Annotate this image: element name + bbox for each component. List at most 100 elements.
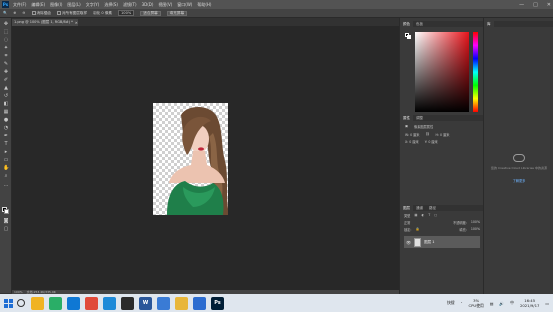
app-blue-icon[interactable]: [157, 296, 170, 310]
path-select-tool-icon[interactable]: ▸: [3, 149, 9, 155]
menu-select[interactable]: 选择(S): [104, 2, 118, 8]
menu-file[interactable]: 文件(F): [13, 2, 26, 8]
filter-adjust-icon[interactable]: ◐: [421, 213, 424, 218]
close-icon[interactable]: ✕: [547, 2, 551, 8]
h-value[interactable]: 0 厘米: [440, 133, 449, 137]
tab-adjustments[interactable]: 调整: [413, 115, 426, 121]
input-language[interactable]: 中: [510, 300, 514, 306]
panel-background-swatch[interactable]: [407, 35, 411, 39]
menu-3d[interactable]: 3D(D): [142, 2, 154, 7]
zoom-out-icon[interactable]: ⊖: [23, 11, 26, 15]
eyedropper-tool-icon[interactable]: ✎: [3, 61, 9, 67]
layer-row[interactable]: 👁 图层 1: [404, 236, 480, 248]
fill-screen-button[interactable]: 填充屏幕: [166, 10, 188, 16]
zoom-in-icon[interactable]: ⊕: [13, 11, 16, 15]
layer-kind-filter[interactable]: 类型: [404, 213, 410, 218]
eraser-tool-icon[interactable]: ◧: [3, 101, 9, 107]
color-field[interactable]: [415, 32, 469, 112]
feather-option[interactable]: 羽化 0 像素: [93, 11, 112, 16]
photoshop-icon[interactable]: Ps: [211, 296, 224, 310]
shape-tool-icon[interactable]: ▭: [3, 157, 9, 163]
minimize-icon[interactable]: —: [519, 2, 524, 8]
ime-indicator[interactable]: 快搜: [447, 300, 455, 306]
fit-screen-button[interactable]: 适合屏幕: [140, 10, 161, 16]
canvas-workspace[interactable]: [12, 26, 399, 290]
more-tools-icon[interactable]: …: [3, 182, 9, 188]
filter-type-icon[interactable]: T: [428, 213, 430, 218]
history-brush-tool-icon[interactable]: ↺: [3, 93, 9, 99]
filter-shape-icon[interactable]: ▢: [434, 213, 437, 218]
tab-libraries[interactable]: 库: [484, 21, 494, 27]
background-color-swatch[interactable]: [4, 209, 9, 214]
volume-icon[interactable]: 🔊: [499, 301, 504, 306]
zoom-all-checkbox[interactable]: 对所有图层取样: [56, 11, 87, 16]
media-icon[interactable]: [193, 296, 206, 310]
tab-paths[interactable]: 路径: [426, 205, 439, 211]
tab-channels[interactable]: 通道: [413, 205, 426, 211]
gradient-tool-icon[interactable]: ▦: [3, 109, 9, 115]
filter-pixel-icon[interactable]: ▦: [414, 213, 417, 218]
y-value[interactable]: 0 厘米: [428, 140, 437, 144]
maximize-icon[interactable]: □: [533, 2, 538, 8]
type-tool-icon[interactable]: T: [3, 141, 9, 147]
blur-tool-icon[interactable]: ●: [3, 117, 9, 123]
link-icon[interactable]: ⛓: [425, 132, 429, 137]
lasso-tool-icon[interactable]: ◌: [3, 37, 9, 43]
tab-properties[interactable]: 属性: [400, 115, 413, 121]
resize-windows-checkbox[interactable]: 消除锯齿: [31, 11, 51, 16]
x-value[interactable]: 0 厘米: [409, 140, 418, 144]
quick-mask-icon[interactable]: ◙: [3, 218, 9, 224]
menu-help[interactable]: 帮助(H): [197, 2, 211, 8]
menu-layer[interactable]: 图层(L): [67, 2, 80, 8]
cpu-meter[interactable]: 3% CPU使用: [468, 298, 483, 308]
learn-more-link[interactable]: 了解更多: [490, 178, 548, 183]
crop-tool-icon[interactable]: ⌗: [3, 53, 9, 59]
file-explorer-icon[interactable]: [31, 296, 44, 310]
menu-image[interactable]: 图像(I): [50, 2, 62, 8]
tab-layers[interactable]: 图层: [400, 205, 413, 211]
dodge-tool-icon[interactable]: ◔: [3, 125, 9, 131]
hand-tool-icon[interactable]: ✋: [3, 165, 9, 171]
start-button[interactable]: [4, 298, 13, 308]
notification-icon[interactable]: ▭: [545, 301, 549, 306]
document-canvas[interactable]: [153, 103, 228, 215]
search-icon[interactable]: [17, 299, 25, 307]
move-tool-icon[interactable]: ✥: [3, 21, 9, 27]
blend-mode-select[interactable]: 正常: [404, 220, 410, 225]
menu-view[interactable]: 视图(V): [158, 2, 172, 8]
pen-tool-icon[interactable]: ✒: [3, 133, 9, 139]
stamp-tool-icon[interactable]: ▲: [3, 85, 9, 91]
word-icon[interactable]: W: [139, 296, 152, 310]
network-icon[interactable]: ▤: [490, 301, 494, 306]
healing-tool-icon[interactable]: ✚: [3, 69, 9, 75]
qq-browser-icon[interactable]: [103, 296, 116, 310]
tab-swatches[interactable]: 色板: [413, 21, 426, 27]
tray-chevron-icon[interactable]: ˄: [461, 301, 463, 306]
opacity-value[interactable]: 100%: [471, 220, 480, 225]
tab-color[interactable]: 颜色: [400, 21, 413, 27]
zoom-field[interactable]: 100%: [118, 10, 135, 16]
zoom-tool-icon[interactable]: 🔍: [3, 11, 7, 15]
menu-filter[interactable]: 滤镜(T): [123, 2, 137, 8]
edge-icon[interactable]: [67, 296, 80, 310]
marquee-tool-icon[interactable]: ⬚: [3, 29, 9, 35]
magic-wand-tool-icon[interactable]: ✦: [3, 45, 9, 51]
app-icon[interactable]: [121, 296, 134, 310]
brush-tool-icon[interactable]: ✐: [3, 77, 9, 83]
menu-type[interactable]: 文字(Y): [86, 2, 100, 8]
menu-window[interactable]: 窗口(W): [177, 2, 192, 8]
hue-slider[interactable]: [473, 32, 478, 112]
document-tab[interactable]: 1.png @ 100% (图层 1, RGB/8#) * ✕: [12, 19, 78, 26]
fill-value[interactable]: 100%: [471, 227, 480, 232]
menu-edit[interactable]: 编辑(E): [31, 2, 45, 8]
screen-mode-icon[interactable]: ▢: [3, 226, 9, 232]
zoom-tool-side-icon[interactable]: ⌕: [3, 173, 9, 179]
eye-icon[interactable]: 👁: [406, 240, 411, 245]
lock-icon[interactable]: 🔒: [415, 227, 419, 232]
chrome-icon[interactable]: [85, 296, 98, 310]
w-value[interactable]: 0 厘米: [410, 133, 419, 137]
clock[interactable]: 16:45 2021/9/17: [520, 298, 539, 308]
wechat-icon[interactable]: [49, 296, 62, 310]
tab-close-icon[interactable]: ✕: [75, 21, 78, 25]
folder-icon[interactable]: [175, 296, 188, 310]
